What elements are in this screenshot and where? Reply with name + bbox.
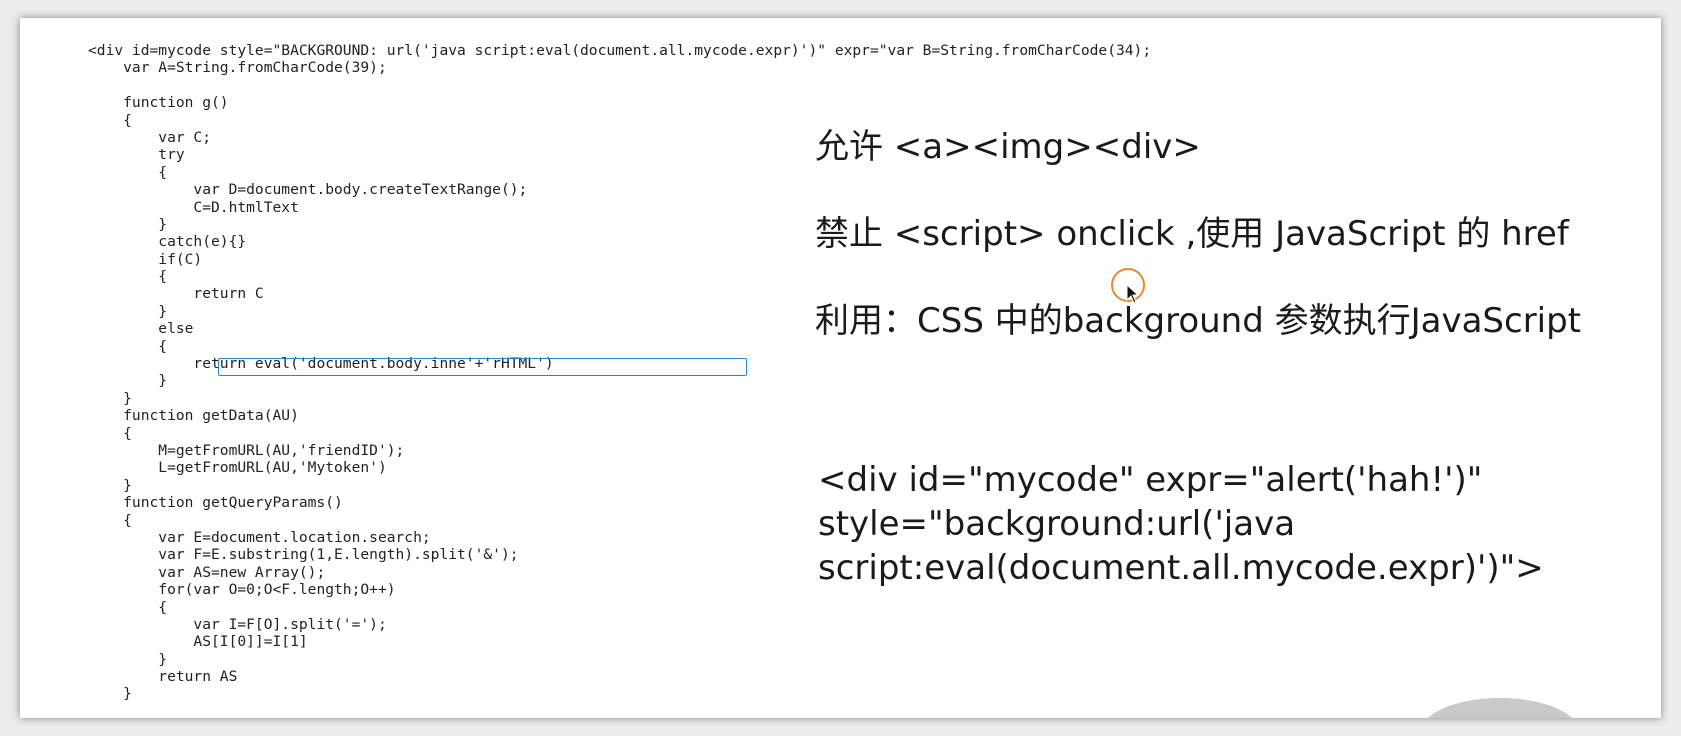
code-line: function getData(AU) [88, 407, 299, 425]
snippet-line: <div id="mycode" expr="alert('hah!')" [818, 460, 1483, 500]
code-line: AS[I[0]]=I[1] [88, 633, 308, 651]
code-line: return AS [88, 668, 238, 686]
code-line: { [88, 268, 168, 286]
code-line: { [88, 598, 168, 616]
code-highlight-box [218, 358, 747, 376]
snippet-line: script:eval(document.all.mycode.expr)')"… [818, 548, 1544, 588]
code-line: } [88, 685, 132, 703]
code-line: } [88, 650, 168, 668]
code-line: } [88, 389, 132, 407]
code-line: M=getFromURL(AU,'friendID'); [88, 441, 405, 459]
code-line: function g() [88, 94, 229, 112]
video-overlay-blob [1420, 698, 1580, 718]
slide-canvas: <div id=mycode style="BACKGROUND: url('j… [20, 18, 1661, 718]
snippet-line: style="background:url('java [818, 504, 1296, 544]
note-allowed-tags: 允许 <a><img><div> [815, 127, 1201, 167]
code-line: var I=F[O].split('='); [88, 615, 387, 633]
code-line: var A=String.fromCharCode(39); [88, 59, 387, 77]
code-line: <div id=mycode style="BACKGROUND: url('j… [88, 42, 1152, 59]
code-line: { [88, 424, 132, 442]
mouse-pointer-icon [1126, 284, 1140, 304]
note-exploit-method: 利用：CSS 中的background 参数执行JavaScript [815, 301, 1582, 341]
code-line: var D=document.body.createTextRange(); [88, 181, 528, 199]
note-forbidden-tags: 禁止 <script> onclick ,使用 JavaScript 的 hre… [815, 214, 1569, 254]
example-snippet: <div id="mycode" expr="alert('hah!')" st… [818, 458, 1544, 590]
